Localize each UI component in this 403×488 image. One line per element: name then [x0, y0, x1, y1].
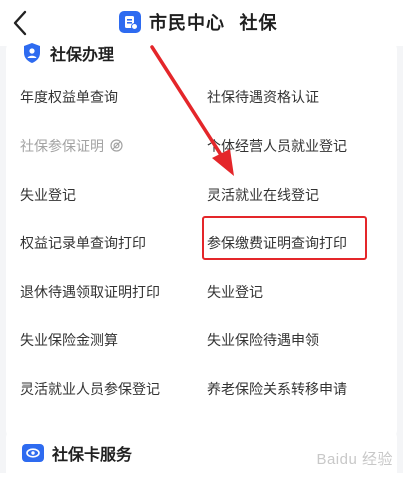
- service-insurance-certificate[interactable]: 社保参保证明: [20, 137, 123, 157]
- section-header-card-services: 社保卡服务: [22, 440, 132, 466]
- service-pension-transfer-application[interactable]: 养老保险关系转移申请: [207, 380, 347, 400]
- service-annual-rights-query[interactable]: 年度权益单查询: [20, 88, 118, 108]
- citizen-center-logo-icon: [119, 11, 141, 33]
- service-unemployment-benefit-application[interactable]: 失业保险待遇申领: [207, 331, 319, 351]
- title-group: 市民中心 社保: [119, 9, 278, 35]
- service-rights-record-print[interactable]: 权益记录单查询打印: [20, 234, 146, 254]
- service-self-employed-registration[interactable]: 个体经营人员就业登记: [207, 137, 347, 157]
- service-flexible-employment-online-registration[interactable]: 灵活就业在线登记: [207, 186, 319, 206]
- service-flexible-employment-enrollment[interactable]: 灵活就业人员参保登记: [20, 380, 160, 400]
- section-header-social-security: 社保办理: [22, 40, 114, 66]
- unavailable-icon: [110, 139, 123, 152]
- service-benefit-qualification-certification[interactable]: 社保待遇资格认证: [207, 88, 319, 108]
- page-title: 市民中心 社保: [149, 13, 278, 34]
- card-service-icon: [22, 444, 44, 462]
- service-unemployment-registration[interactable]: 失业登记: [20, 186, 76, 206]
- shield-person-icon: [24, 43, 40, 63]
- section-title-card-services: 社保卡服务: [52, 445, 133, 464]
- highlight-box: [202, 216, 367, 260]
- service-unemployment-benefit-calculator[interactable]: 失业保险金测算: [20, 331, 118, 351]
- baidu-watermark: Baidu 经验: [316, 451, 393, 468]
- service-retirement-certificate-print[interactable]: 退休待遇领取证明打印: [20, 283, 160, 303]
- social-security-card: 社保办理 年度权益单查询 社保待遇资格认证 社保参保证明 个体经营人员就业登记 …: [6, 40, 397, 440]
- back-arrow-icon[interactable]: [8, 8, 32, 38]
- service-unemployment-registration-2[interactable]: 失业登记: [207, 283, 263, 303]
- content-area: 社保办理 年度权益单查询 社保待遇资格认证 社保参保证明 个体经营人员就业登记 …: [0, 40, 403, 488]
- service-insurance-certificate-label: 社保参保证明: [20, 139, 104, 155]
- section-title: 社保办理: [50, 45, 115, 64]
